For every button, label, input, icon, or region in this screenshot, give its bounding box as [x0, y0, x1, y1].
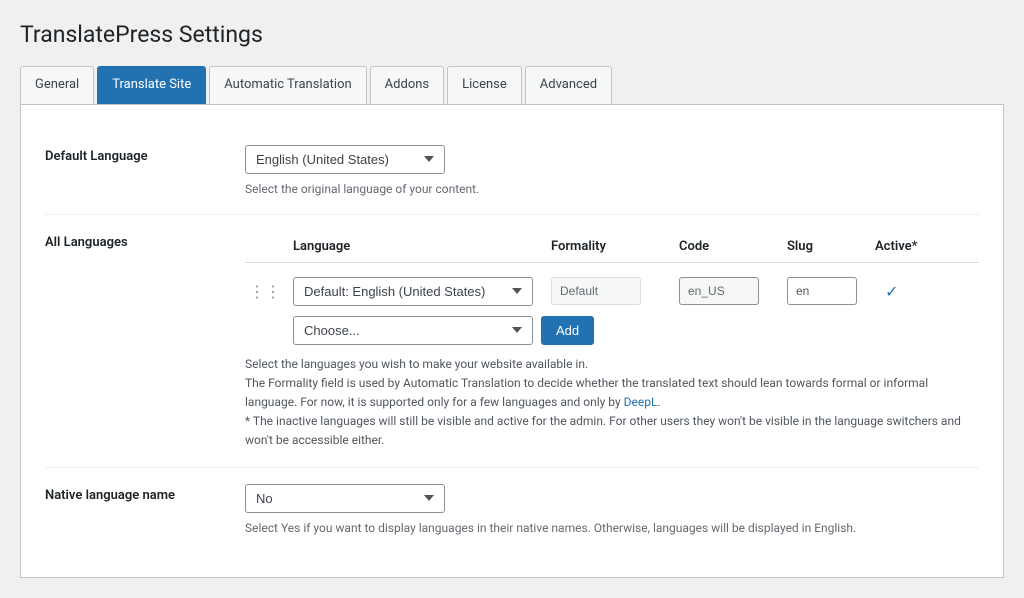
- page-title: TranslatePress Settings: [20, 20, 1004, 50]
- add-language-button[interactable]: Add: [541, 316, 594, 345]
- language-select[interactable]: Default: English (United States): [293, 277, 533, 306]
- info-line-2-part1: The Formality field is used by Automatic…: [245, 376, 928, 409]
- add-language-row: Choose... Add: [293, 316, 979, 345]
- tab-advanced[interactable]: Advanced: [525, 66, 612, 104]
- native-language-name-label: Native language name: [45, 484, 245, 503]
- col-header-language: Language: [293, 239, 543, 254]
- col-header-formality: Formality: [551, 239, 671, 254]
- tab-license[interactable]: License: [447, 66, 522, 104]
- tabs-nav: General Translate Site Automatic Transla…: [20, 66, 1004, 105]
- languages-table-header: Language Formality Code Slug Active*: [245, 231, 979, 263]
- all-languages-row: All Languages Language Formality Code Sl…: [45, 215, 979, 468]
- col-header-active: Active*: [875, 239, 955, 254]
- default-language-description: Select the original language of your con…: [245, 180, 979, 198]
- code-input: [679, 277, 759, 305]
- formality-input: [551, 277, 641, 305]
- native-language-name-content: No Yes Select Yes if you want to display…: [245, 484, 979, 537]
- info-line-2-part2: .: [657, 395, 660, 409]
- all-languages-info: Select the languages you wish to make yo…: [245, 355, 979, 451]
- language-select-wrapper: Default: English (United States): [293, 277, 543, 306]
- tab-translate-site[interactable]: Translate Site: [97, 66, 206, 104]
- info-line-3: * The inactive languages will still be v…: [245, 414, 961, 447]
- tab-general[interactable]: General: [20, 66, 94, 104]
- info-line-1: Select the languages you wish to make yo…: [245, 357, 588, 371]
- col-header-code: Code: [679, 239, 779, 254]
- default-language-label: Default Language: [45, 145, 245, 164]
- choose-language-select[interactable]: Choose...: [293, 316, 533, 345]
- settings-panel: Default Language English (United States)…: [20, 105, 1004, 578]
- native-language-name-row: Native language name No Yes Select Yes i…: [45, 468, 979, 553]
- slug-field-wrapper: [787, 277, 867, 305]
- drag-handle-icon[interactable]: ⋮⋮: [245, 282, 285, 301]
- col-header-drag: [245, 239, 285, 254]
- tab-addons[interactable]: Addons: [370, 66, 444, 104]
- deepl-link[interactable]: DeepL: [624, 395, 658, 409]
- active-icon: ✓: [885, 282, 898, 301]
- default-language-row: Default Language English (United States)…: [45, 129, 979, 215]
- all-languages-label: All Languages: [45, 231, 245, 250]
- all-languages-content: Language Formality Code Slug Active* ⋮⋮ …: [245, 231, 979, 451]
- tab-automatic-translation[interactable]: Automatic Translation: [209, 66, 366, 104]
- native-language-name-description: Select Yes if you want to display langua…: [245, 519, 979, 537]
- active-checkmark: ✓: [875, 282, 955, 301]
- code-field-wrapper: [679, 277, 779, 305]
- native-language-name-select[interactable]: No Yes: [245, 484, 445, 513]
- col-header-slug: Slug: [787, 239, 867, 254]
- default-language-select[interactable]: English (United States): [245, 145, 445, 174]
- formality-field-wrapper: [551, 277, 671, 305]
- slug-input[interactable]: [787, 277, 857, 305]
- table-row: ⋮⋮ Default: English (United States): [245, 271, 979, 312]
- default-language-content: English (United States) Select the origi…: [245, 145, 979, 198]
